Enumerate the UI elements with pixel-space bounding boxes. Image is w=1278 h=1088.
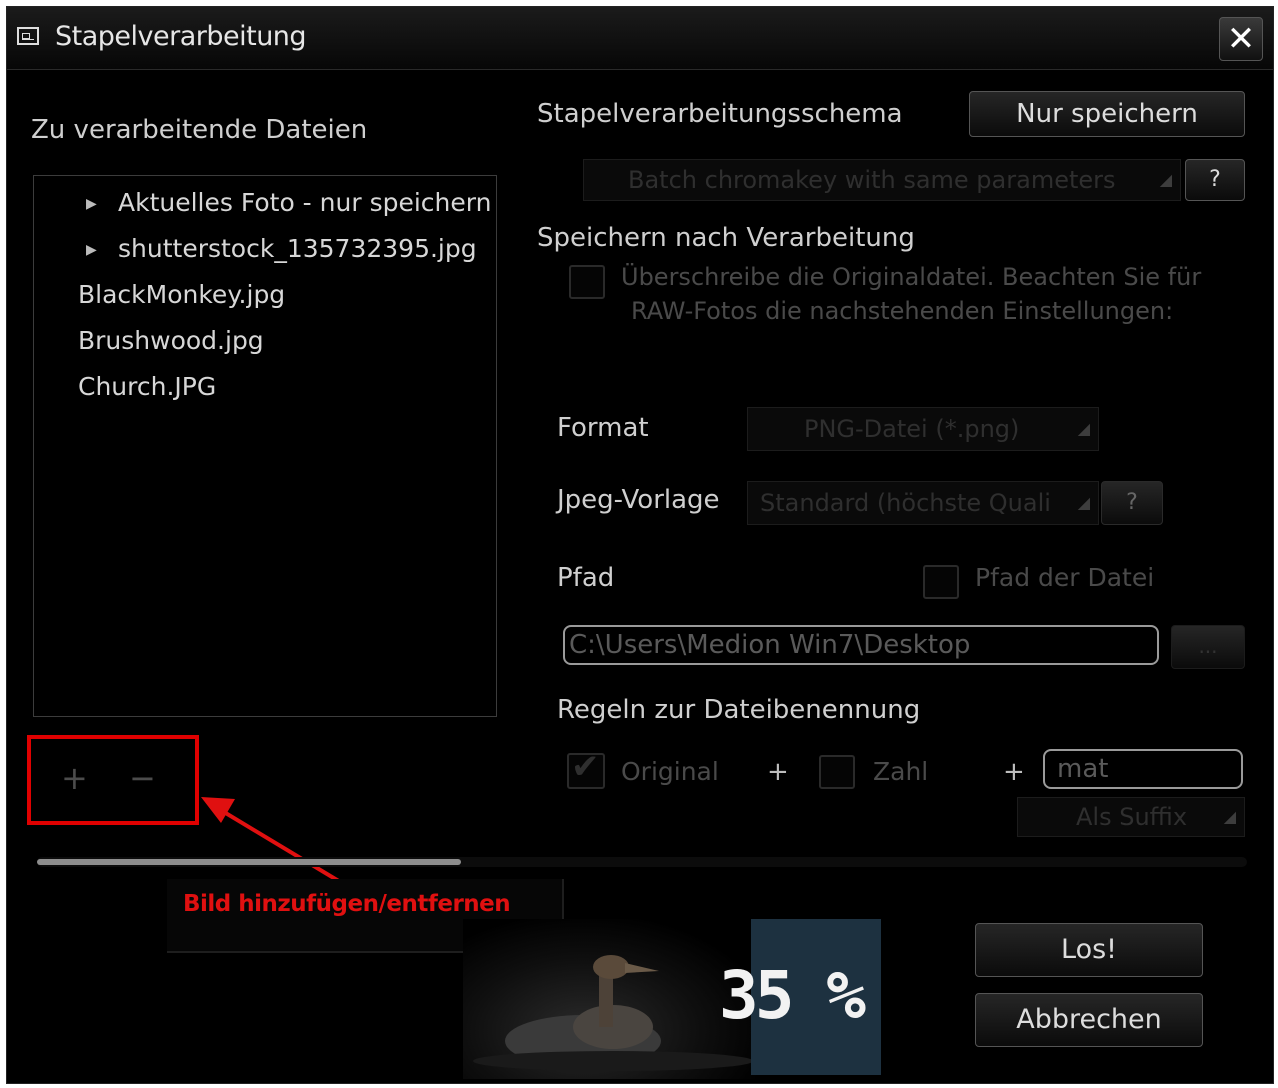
- plus-sign: +: [1003, 757, 1025, 787]
- file-item[interactable]: Church.JPG: [78, 372, 216, 401]
- progress-bar: [37, 857, 1247, 867]
- format-value: PNG-Datei (*.png): [804, 415, 1020, 443]
- cancel-button[interactable]: Abbrechen: [975, 993, 1203, 1047]
- suffix-mode-dropdown[interactable]: Als Suffix ◢: [1017, 797, 1245, 837]
- window-icon: [17, 27, 39, 45]
- dropdown-arrow-icon: ◢: [1223, 807, 1236, 826]
- overwrite-checkbox[interactable]: [569, 265, 605, 299]
- annotation-arrow-icon: [201, 797, 344, 885]
- suffix-input[interactable]: mat: [1043, 749, 1243, 789]
- browse-button[interactable]: ...: [1171, 625, 1245, 669]
- dropdown-arrow-icon: ◢: [1077, 419, 1090, 438]
- save-after-label: Speichern nach Verarbeitung: [537, 223, 915, 253]
- batch-dialog: Stapelverarbeitung ✕ Zu verarbeitende Da…: [6, 6, 1274, 1084]
- file-item[interactable]: BlackMonkey.jpg: [78, 280, 285, 309]
- preview-image: [463, 919, 763, 1079]
- plus-sign: +: [767, 757, 789, 787]
- progress-fill: [37, 859, 461, 865]
- file-item[interactable]: shutterstock_135732395.jpg: [118, 234, 477, 263]
- expand-triangle-icon[interactable]: ▶: [86, 242, 97, 258]
- highlight-box: [27, 735, 199, 825]
- original-checkbox[interactable]: ✔: [567, 747, 605, 789]
- path-label: Pfad: [557, 563, 615, 593]
- duck-icon: [473, 955, 753, 1071]
- suffix-mode-value: Als Suffix: [1076, 803, 1188, 831]
- naming-label: Regeln zur Dateibenennung: [557, 695, 921, 725]
- schema-help-button[interactable]: ?: [1185, 159, 1245, 201]
- jpeg-value: Standard (höchste Quali: [760, 489, 1051, 517]
- schema-label: Stapelverarbeitungsschema: [537, 99, 903, 129]
- window-title: Stapelverarbeitung: [55, 21, 307, 52]
- format-label: Format: [557, 413, 649, 443]
- progress-percent: 35 %: [719, 957, 866, 1034]
- title-bar: Stapelverarbeitung ✕: [7, 7, 1273, 70]
- path-input[interactable]: C:\Users\Medion Win7\Desktop: [563, 625, 1159, 665]
- jpeg-help-button[interactable]: ?: [1101, 481, 1163, 525]
- file-list[interactable]: ▶ Aktuelles Foto - nur speichern ▶ shutt…: [33, 175, 497, 717]
- overwrite-text: Überschreibe die Originaldatei. Beachten…: [621, 263, 1202, 291]
- remove-image-button[interactable]: −: [129, 759, 156, 797]
- files-label: Zu verarbeitende Dateien: [31, 115, 368, 145]
- expand-triangle-icon[interactable]: ▶: [86, 196, 97, 212]
- start-button[interactable]: Los!: [975, 923, 1203, 977]
- file-item[interactable]: Aktuelles Foto - nur speichern: [118, 188, 491, 217]
- schema-dropdown-value: Batch chromakey with same parameters: [628, 166, 1116, 194]
- add-image-button[interactable]: +: [61, 759, 88, 797]
- checkmark-icon: ✔: [571, 747, 600, 787]
- file-path-checkbox-label: Pfad der Datei: [975, 563, 1155, 592]
- dropdown-arrow-icon: ◢: [1159, 170, 1172, 189]
- jpeg-dropdown[interactable]: Standard (höchste Quali ◢: [747, 481, 1099, 525]
- file-path-checkbox[interactable]: [923, 565, 959, 599]
- dropdown-arrow-icon: ◢: [1077, 493, 1090, 512]
- format-dropdown[interactable]: PNG-Datei (*.png) ◢: [747, 407, 1099, 451]
- file-item[interactable]: Brushwood.jpg: [78, 326, 264, 355]
- original-label: Original: [621, 757, 719, 786]
- close-button[interactable]: ✕: [1219, 17, 1263, 61]
- annotation-text: Bild hinzufügen/entfernen: [183, 891, 511, 917]
- number-checkbox[interactable]: [819, 755, 855, 789]
- overwrite-text-2: RAW-Fotos die nachstehenden Einstellunge…: [631, 297, 1174, 325]
- number-label: Zahl: [873, 757, 929, 786]
- save-only-button[interactable]: Nur speichern: [969, 91, 1245, 137]
- schema-dropdown[interactable]: Batch chromakey with same parameters ◢: [583, 159, 1181, 201]
- jpeg-label: Jpeg-Vorlage: [557, 485, 720, 515]
